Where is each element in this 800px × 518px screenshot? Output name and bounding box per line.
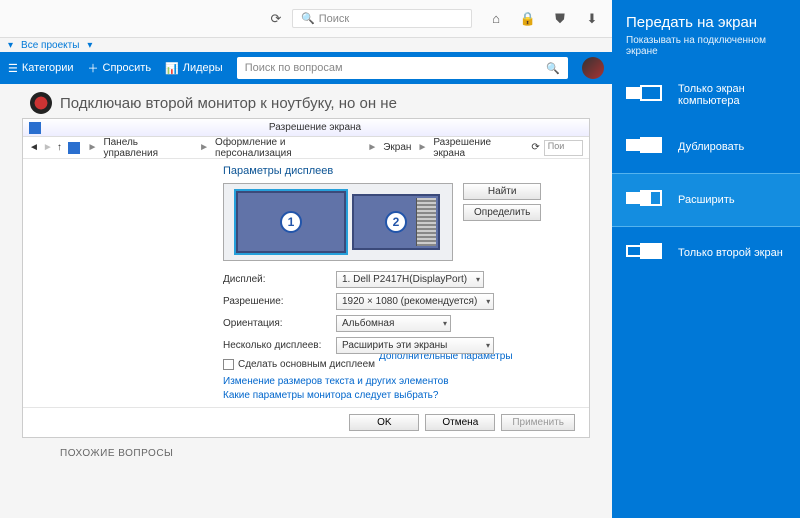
monitor-2[interactable]: 2 [352,194,440,250]
control-panel-window: Разрешение экрана ◄ ► ↑ ► Панель управле… [22,118,590,438]
cp-search[interactable]: Пои [544,140,583,156]
find-button[interactable]: Найти [463,183,541,200]
reload-icon[interactable]: ⟳ [264,7,288,31]
orientation-dropdown[interactable]: Альбомная [336,315,451,332]
displays-preview[interactable]: 1 2 [223,183,453,261]
chevron-down-icon[interactable]: ▾ [87,40,92,51]
multi-label: Несколько дисплеев: [223,340,328,351]
second-only-icon [626,241,666,265]
search-icon: 🔍 [546,62,560,75]
project-panel: Передать на экран Показывать на подключе… [612,0,800,518]
section-title: Параметры дисплеев [223,165,575,177]
monitor-1[interactable]: 1 [236,191,346,253]
project-title: Передать на экран [612,0,800,35]
shield-icon[interactable]: ⛊ [548,7,572,31]
refresh-icon[interactable]: ⟳ [531,142,539,153]
question-header: Подключаю второй монитор к ноутбуку, но … [0,84,612,118]
apply-button: Применить [501,414,575,431]
nav-categories[interactable]: ☰ Категории [8,62,74,75]
download-icon[interactable]: ⬇ [580,7,604,31]
cancel-button[interactable]: Отмена [425,414,495,431]
duplicate-icon [626,135,666,159]
resolution-dropdown[interactable]: 1920 × 1080 (рекомендуется) [336,293,494,310]
which-settings-link[interactable]: Какие параметры монитора следует выбрать… [223,390,575,401]
crumb-4[interactable]: Разрешение экрана [433,137,523,159]
project-option-duplicate[interactable]: Дублировать [612,121,800,173]
ok-button[interactable]: OK [349,414,419,431]
questions-search-placeholder: Поиск по вопросам [245,62,343,74]
display-dropdown[interactable]: 1. Dell P2417H(DisplayPort) [336,271,484,288]
nav-back-icon[interactable]: ◄ [29,142,39,153]
identify-button[interactable]: Определить [463,204,541,221]
nav-up-icon[interactable]: ↑ [57,142,62,153]
home-icon[interactable]: ⌂ [484,7,508,31]
dialog-buttons: OK Отмена Применить [23,407,589,437]
avatar[interactable] [582,57,604,79]
search-placeholder: Поиск [319,13,349,25]
projects-bar: ▾ Все проекты ▾ [0,38,612,52]
project-option-extend[interactable]: Расширить [612,173,800,227]
window-title: Разрешение экрана [47,122,583,133]
primary-checkbox-label: Сделать основным дисплеем [238,359,375,370]
projects-dropdown-icon[interactable]: ▾ [8,40,13,51]
resolution-label: Разрешение: [223,296,328,307]
crumb-1[interactable]: Панель управления [103,137,193,159]
project-option-label: Дублировать [678,141,744,153]
cp-icon [68,142,80,154]
plus-icon: ＋ [88,60,99,76]
chart-icon: 📊 [165,62,179,75]
project-option-label: Только экран компьютера [678,83,786,107]
window-titlebar: Разрешение экрана [23,119,589,137]
window-icon [29,122,41,134]
lock-icon[interactable]: 🔒 [516,7,540,31]
question-title: Подключаю второй монитор к ноутбуку, но … [60,95,397,112]
project-option-second-only[interactable]: Только второй экран [612,227,800,279]
asker-avatar[interactable] [30,92,52,114]
primary-checkbox[interactable] [223,359,234,370]
crumb-2[interactable]: Оформление и персонализация [215,137,361,159]
project-option-label: Только второй экран [678,247,783,259]
multi-dropdown[interactable]: Расширить эти экраны [336,337,494,354]
all-projects-link[interactable]: Все проекты [21,40,79,51]
browser-search[interactable]: 🔍 Поиск [292,9,472,28]
display-label: Дисплей: [223,274,328,285]
extend-icon [626,188,666,212]
project-subtitle: Показывать на подключенном экране [612,35,800,69]
search-icon: 🔍 [301,12,315,25]
nav-ask[interactable]: ＋ Спросить [88,60,152,76]
orientation-label: Ориентация: [223,318,328,329]
related-heading: ПОХОЖИЕ ВОПРОСЫ [0,438,612,469]
breadcrumb-bar: ◄ ► ↑ ► Панель управления► Оформление и … [23,137,589,159]
text-size-link[interactable]: Изменение размеров текста и других элеме… [223,376,575,387]
site-navbar: ☰ Категории ＋ Спросить 📊 Лидеры Поиск по… [0,52,612,84]
browser-toolbar: ⟳ 🔍 Поиск ⌂ 🔒 ⛊ ⬇ [0,0,612,38]
crumb-3[interactable]: Экран [383,142,411,153]
project-option-pc-only[interactable]: Только экран компьютера [612,69,800,121]
questions-search[interactable]: Поиск по вопросам 🔍 [237,57,568,79]
list-icon: ☰ [8,62,18,75]
nav-leaders[interactable]: 📊 Лидеры [165,62,223,75]
project-option-label: Расширить [678,194,735,206]
pc-only-icon [626,83,666,107]
nav-fwd-icon: ► [43,142,53,153]
